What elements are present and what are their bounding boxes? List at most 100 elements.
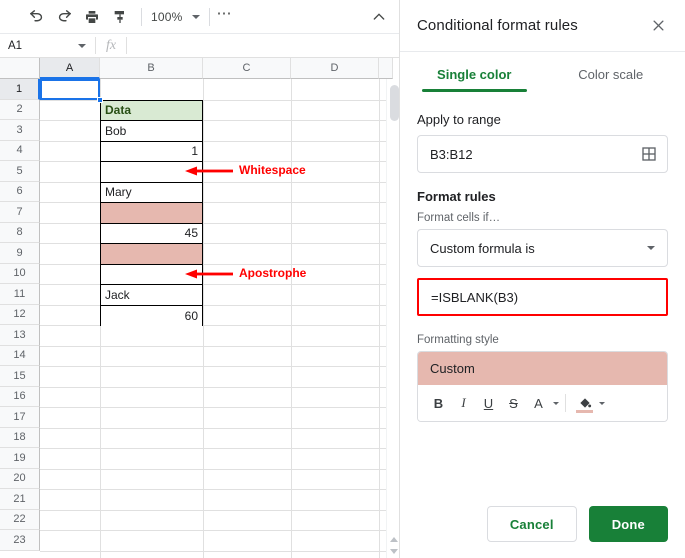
formula-input[interactable] <box>127 34 399 57</box>
row-header-17[interactable]: 17 <box>0 407 40 428</box>
row-header-4[interactable]: 4 <box>0 140 40 161</box>
row-header-11[interactable]: 11 <box>0 284 40 305</box>
column-header-c[interactable]: C <box>203 58 291 79</box>
redo-icon[interactable] <box>50 4 78 30</box>
annotation-arrow-2 <box>185 267 233 286</box>
custom-formula-input[interactable]: =ISBLANK(B3) <box>417 278 668 316</box>
gridline-horizontal <box>40 263 399 265</box>
cell-b7[interactable] <box>101 203 202 224</box>
vertical-scrollbar[interactable] <box>386 79 399 558</box>
row-header-14[interactable]: 14 <box>0 345 40 366</box>
tab-single-color[interactable]: Single color <box>406 52 543 96</box>
panel-body: Apply to range B3:B12 Format rules Forma… <box>400 96 685 506</box>
gridline-horizontal <box>40 243 399 244</box>
column-header-b[interactable]: B <box>100 58 203 79</box>
row-header-18[interactable]: 18 <box>0 427 40 448</box>
row-header-3[interactable]: 3 <box>0 120 40 141</box>
tab-single-color-label: Single color <box>437 66 512 82</box>
page-title: Conditional format rules <box>417 17 578 34</box>
chevron-down-icon <box>647 246 655 250</box>
text-color-chevron-down-icon[interactable] <box>553 401 559 405</box>
fx-icon: fx <box>105 37 117 53</box>
style-preview[interactable]: Custom <box>418 352 667 385</box>
tab-color-scale[interactable]: Color scale <box>543 52 680 96</box>
print-icon[interactable] <box>78 4 106 30</box>
text-color-button[interactable]: A <box>526 390 551 416</box>
row-header-16[interactable]: 16 <box>0 386 40 407</box>
close-icon[interactable] <box>645 13 671 39</box>
fill-color-swatch <box>576 410 593 413</box>
cancel-button[interactable]: Cancel <box>486 506 577 542</box>
scroll-up-icon[interactable] <box>389 534 399 545</box>
apply-to-range-label: Apply to range <box>417 112 501 127</box>
cell-b6[interactable]: Mary <box>101 182 202 203</box>
undo-icon[interactable] <box>22 4 50 30</box>
select-all-corner[interactable] <box>0 58 40 79</box>
annotation-label-1: Whitespace <box>239 163 306 178</box>
row-header-13[interactable]: 13 <box>0 325 40 346</box>
cell-b4[interactable]: 1 <box>101 141 202 162</box>
gridline-horizontal <box>40 386 399 388</box>
row-header-21[interactable]: 21 <box>0 489 40 510</box>
row-header-7[interactable]: 7 <box>0 202 40 223</box>
done-button[interactable]: Done <box>588 506 668 542</box>
condition-select-value: Custom formula is <box>430 240 535 256</box>
column-headers: ABCD <box>40 58 399 79</box>
cells-layer[interactable]: Data Bob 1 Mary 45 Jack 60 <box>40 79 399 558</box>
style-tool-divider <box>565 394 566 412</box>
row-header-10[interactable]: 10 <box>0 263 40 284</box>
scrollbar-thumb[interactable] <box>390 85 399 121</box>
gridline-horizontal <box>40 304 399 306</box>
row-header-23[interactable]: 23 <box>0 530 40 551</box>
row-header-12[interactable]: 12 <box>0 304 40 325</box>
strikethrough-button[interactable]: S <box>501 390 526 416</box>
cell-b12[interactable]: 60 <box>101 305 202 326</box>
cell-b11[interactable]: Jack <box>101 285 202 306</box>
row-header-9[interactable]: 9 <box>0 243 40 264</box>
gridline-horizontal <box>40 325 399 326</box>
gridline-horizontal <box>40 427 399 429</box>
paint-format-icon[interactable] <box>106 4 134 30</box>
row-header-5[interactable]: 5 <box>0 161 40 182</box>
gridline-horizontal <box>40 489 399 490</box>
cell-b2[interactable]: Data <box>101 100 202 121</box>
condition-select[interactable]: Custom formula is <box>417 229 668 267</box>
scroll-down-icon[interactable] <box>389 546 399 557</box>
bold-button[interactable]: B <box>426 390 451 416</box>
gridline-vertical <box>379 79 380 558</box>
italic-button[interactable]: I <box>451 390 476 416</box>
underline-button[interactable]: U <box>476 390 501 416</box>
gridline-horizontal <box>40 222 399 224</box>
data-table: Data Bob 1 Mary 45 Jack 60 <box>100 99 203 326</box>
column-header-d[interactable]: D <box>291 58 379 79</box>
row-header-15[interactable]: 15 <box>0 366 40 387</box>
row-header-19[interactable]: 19 <box>0 448 40 469</box>
column-header-a[interactable]: A <box>40 58 100 79</box>
zoom-selector[interactable]: 100% <box>149 10 202 24</box>
conditional-format-panel: Conditional format rules Single color Co… <box>400 0 685 558</box>
fill-color-chevron-down-icon[interactable] <box>599 401 605 405</box>
fill-color-button[interactable] <box>572 390 597 416</box>
row-header-1[interactable]: 1 <box>0 79 40 100</box>
row-header-22[interactable]: 22 <box>0 509 40 530</box>
cell-b3[interactable]: Bob <box>101 121 202 142</box>
fill-handle[interactable] <box>97 96 103 103</box>
gridline-horizontal <box>40 345 399 347</box>
row-header-8[interactable]: 8 <box>0 222 40 243</box>
toolbar: 100% ⋯ <box>0 0 399 33</box>
apply-to-range-input[interactable]: B3:B12 <box>417 135 668 173</box>
row-header-2[interactable]: 2 <box>0 99 40 120</box>
name-box[interactable]: A1 <box>0 34 95 57</box>
collapse-menu-icon[interactable] <box>371 9 387 30</box>
cell-b8[interactable]: 45 <box>101 223 202 244</box>
select-range-grid-icon[interactable] <box>641 146 657 162</box>
row-header-6[interactable]: 6 <box>0 181 40 202</box>
column-header-e[interactable] <box>379 58 393 79</box>
selected-cell-a1[interactable] <box>40 79 100 100</box>
gridline-horizontal <box>40 140 399 142</box>
more-options-icon[interactable]: ⋯ <box>217 6 233 23</box>
row-header-20[interactable]: 20 <box>0 468 40 489</box>
cell-b9[interactable] <box>101 244 202 265</box>
gridline-horizontal <box>40 120 399 121</box>
zoom-value: 100% <box>151 9 183 24</box>
